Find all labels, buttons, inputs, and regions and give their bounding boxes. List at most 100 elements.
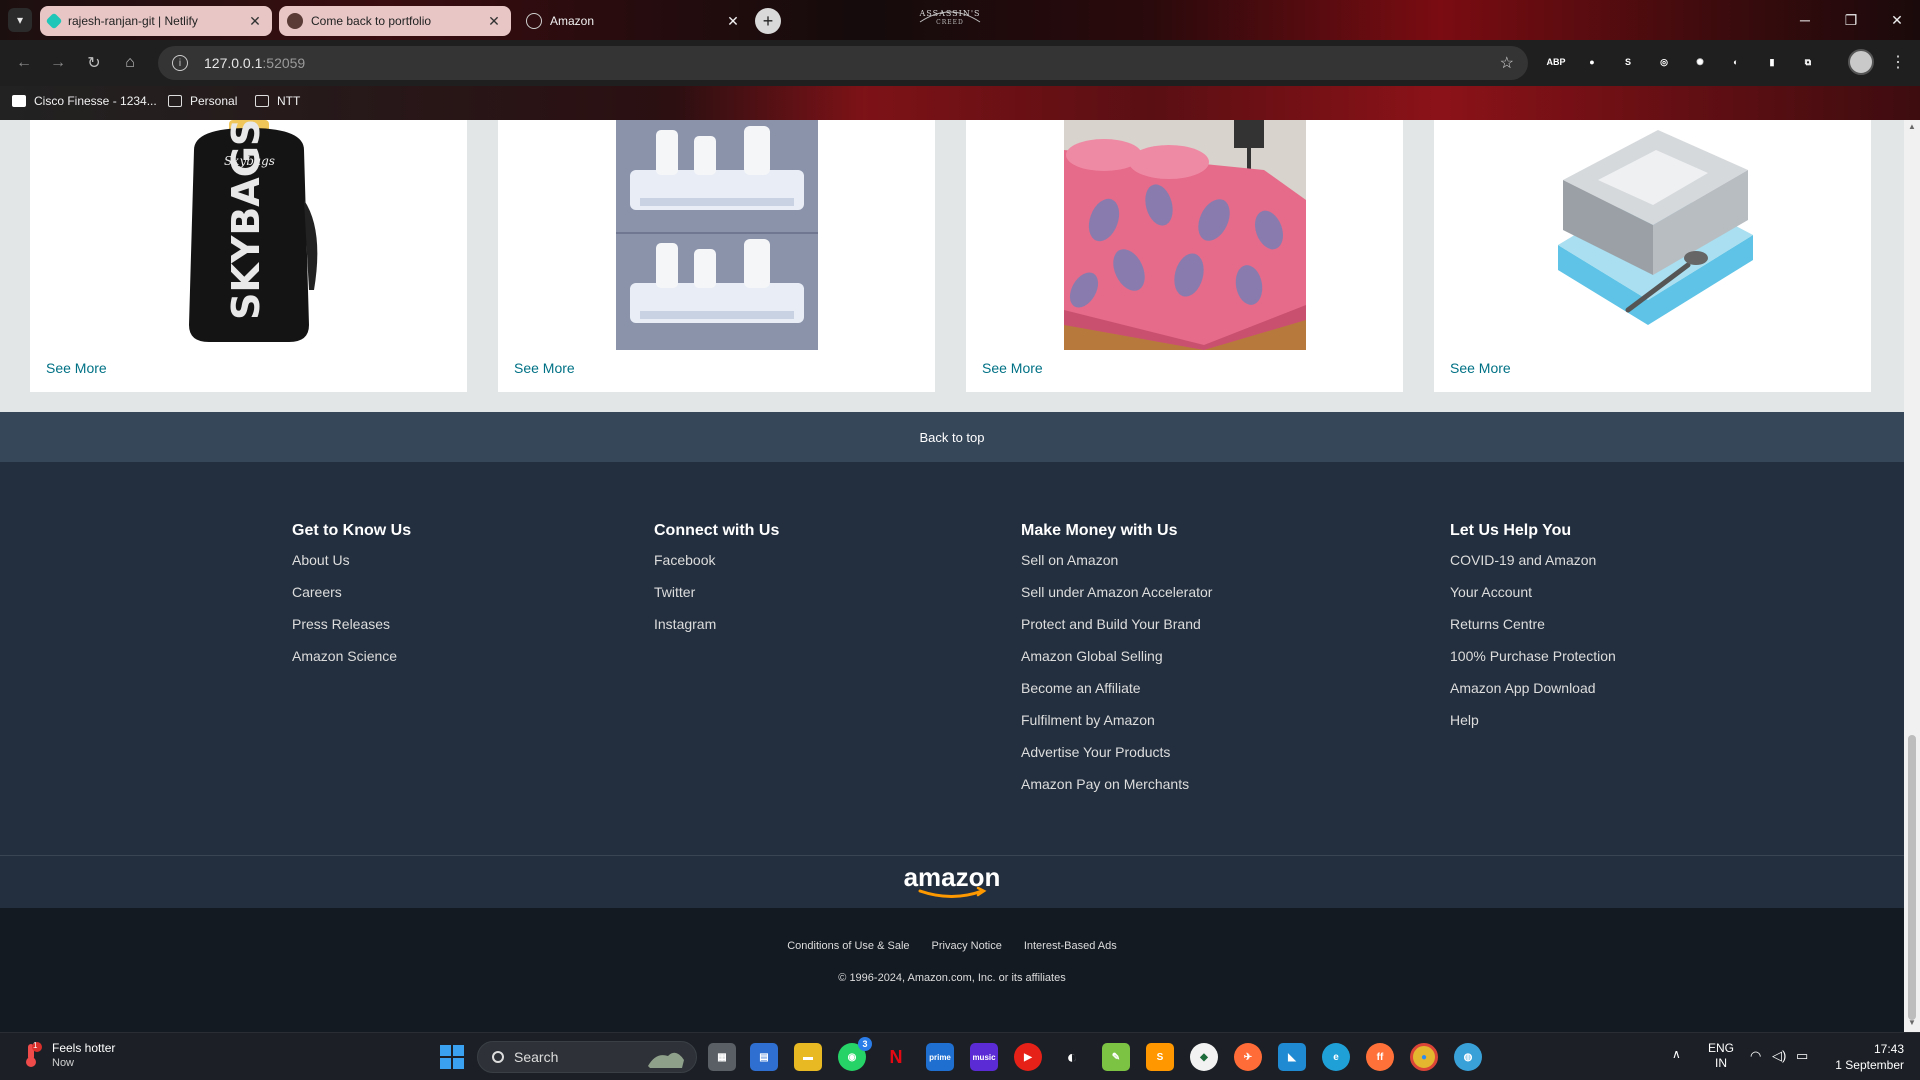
product-card[interactable]: See More: [966, 120, 1403, 392]
extension-red-icon[interactable]: ●: [1582, 52, 1602, 72]
footer-link[interactable]: Twitter: [654, 584, 779, 600]
tab-title: rajesh-ranjan-git | Netlify: [68, 14, 198, 28]
edge-icon[interactable]: e: [1322, 1043, 1350, 1071]
amazon-music-icon[interactable]: music: [970, 1043, 998, 1071]
see-more-link[interactable]: See More: [46, 360, 107, 376]
language-indicator[interactable]: ENG IN: [1708, 1041, 1734, 1071]
home-icon[interactable]: ⌂: [118, 51, 142, 75]
weather-widget[interactable]: 1 Feels hotter Now: [20, 1041, 115, 1069]
footer-link[interactable]: Sell under Amazon Accelerator: [1021, 584, 1212, 600]
see-more-link[interactable]: See More: [1450, 360, 1511, 376]
address-bar[interactable]: i 127.0.0.1:52059 ☆: [158, 46, 1528, 80]
mongodb-compass-icon[interactable]: ◆: [1190, 1043, 1218, 1071]
footer-link[interactable]: Returns Centre: [1450, 616, 1616, 632]
footer-link[interactable]: Sell on Amazon: [1021, 552, 1212, 568]
close-tab-icon[interactable]: ✕: [724, 13, 742, 30]
footer-link[interactable]: Advertise Your Products: [1021, 744, 1212, 760]
scrollbar-thumb[interactable]: [1908, 735, 1916, 1020]
extensions-puzzle-icon[interactable]: ⧉: [1798, 52, 1818, 72]
scroll-up-arrow-icon[interactable]: ▲: [1908, 122, 1916, 131]
task-view-icon[interactable]: ▦: [708, 1043, 736, 1071]
volume-icon[interactable]: ◁): [1772, 1048, 1786, 1063]
page-scrollbar[interactable]: ▲ ▼: [1904, 120, 1920, 1032]
footer-link[interactable]: Instagram: [654, 616, 779, 632]
close-window-icon[interactable]: ✕: [1874, 0, 1920, 40]
netflix-icon[interactable]: N: [882, 1043, 910, 1071]
footer-link[interactable]: Amazon Pay on Merchants: [1021, 776, 1212, 792]
product-card[interactable]: Skybags SKYBAGS See More: [30, 120, 467, 392]
postman-icon[interactable]: ✈: [1234, 1043, 1262, 1071]
back-arrow-icon[interactable]: ←: [12, 51, 36, 75]
tab-search-button[interactable]: ▾: [8, 8, 32, 32]
youtube-icon[interactable]: ▶: [1014, 1043, 1042, 1071]
footer-link[interactable]: COVID-19 and Amazon: [1450, 552, 1616, 568]
tab-netlify[interactable]: rajesh-ranjan-git | Netlify ✕: [40, 6, 272, 36]
forward-arrow-icon[interactable]: →: [46, 51, 70, 75]
extension-s-icon[interactable]: S: [1618, 52, 1638, 72]
tab-portfolio[interactable]: Come back to portfolio ✕: [279, 6, 511, 36]
footer-link[interactable]: Amazon Global Selling: [1021, 648, 1212, 664]
tab-amazon[interactable]: Amazon ✕: [518, 6, 750, 36]
footer-link[interactable]: Press Releases: [292, 616, 411, 632]
footer-link[interactable]: About Us: [292, 552, 411, 568]
minimize-icon[interactable]: ─: [1782, 0, 1828, 40]
store-icon[interactable]: ▤: [750, 1043, 778, 1071]
site-info-icon[interactable]: i: [172, 55, 188, 71]
windows-start-button[interactable]: [440, 1045, 464, 1069]
privacy-notice-link[interactable]: Privacy Notice: [932, 940, 1002, 952]
battery-icon[interactable]: ▭: [1796, 1048, 1808, 1063]
footer-link[interactable]: Become an Affiliate: [1021, 680, 1212, 696]
footer-link[interactable]: Facebook: [654, 552, 779, 568]
thermometer-icon: 1: [20, 1041, 42, 1068]
adblock-extension-icon[interactable]: ABP: [1546, 52, 1566, 72]
new-tab-button[interactable]: +: [755, 8, 781, 34]
conditions-of-use-link[interactable]: Conditions of Use & Sale: [787, 940, 909, 952]
sublime-text-icon[interactable]: S: [1146, 1043, 1174, 1071]
extension-target-icon[interactable]: ◎: [1654, 52, 1674, 72]
footer-link[interactable]: Amazon App Download: [1450, 680, 1616, 696]
clock-time: 17:43: [1873, 1042, 1904, 1056]
amazon-logo[interactable]: amazon: [900, 864, 1004, 900]
extension-green-icon[interactable]: ◐: [1726, 52, 1746, 72]
bookmark-folder-personal[interactable]: Personal: [168, 94, 237, 108]
footer-link[interactable]: Amazon Science: [292, 648, 411, 664]
extension-react-icon[interactable]: ✺: [1690, 52, 1710, 72]
taskbar-search[interactable]: Search: [477, 1041, 697, 1073]
firefox-icon[interactable]: ff: [1366, 1043, 1394, 1071]
product-card[interactable]: See More: [498, 120, 935, 392]
menu-dots-icon[interactable]: ⋮: [1890, 52, 1906, 72]
product-card[interactable]: See More: [1434, 120, 1871, 392]
footer-link[interactable]: Protect and Build Your Brand: [1021, 616, 1212, 632]
profile-avatar[interactable]: [1848, 49, 1874, 75]
globe-app-icon[interactable]: ◍: [1454, 1043, 1482, 1071]
whatsapp-icon[interactable]: ◉ 3: [838, 1037, 872, 1071]
restore-icon[interactable]: ❐: [1828, 0, 1874, 40]
bookmark-star-icon[interactable]: ☆: [1500, 53, 1514, 73]
shower-caddy-image: [615, 120, 818, 350]
close-tab-icon[interactable]: ✕: [246, 13, 264, 30]
wifi-icon[interactable]: ◠: [1750, 1048, 1761, 1063]
scroll-down-arrow-icon[interactable]: ▼: [1908, 1018, 1916, 1027]
footer-link[interactable]: Help: [1450, 712, 1616, 728]
notepad-icon[interactable]: ✎: [1102, 1043, 1130, 1071]
footer-link[interactable]: 100% Purchase Protection: [1450, 648, 1616, 664]
interest-based-ads-link[interactable]: Interest-Based Ads: [1024, 940, 1117, 952]
see-more-link[interactable]: See More: [514, 360, 575, 376]
show-hidden-icons-chevron-icon[interactable]: ∧: [1672, 1047, 1681, 1062]
github-icon[interactable]: ◐: [1058, 1043, 1086, 1071]
extension-blue-icon[interactable]: ▮: [1762, 52, 1782, 72]
footer-link[interactable]: Fulfilment by Amazon: [1021, 712, 1212, 728]
close-tab-icon[interactable]: ✕: [485, 13, 503, 30]
see-more-link[interactable]: See More: [982, 360, 1043, 376]
chrome-icon[interactable]: ●: [1410, 1043, 1438, 1071]
footer-link[interactable]: Careers: [292, 584, 411, 600]
reload-icon[interactable]: ↻: [82, 51, 106, 75]
bookmark-cisco-finesse[interactable]: Cisco Finesse - 1234...: [12, 94, 157, 108]
system-clock[interactable]: 17:43 1 September: [1832, 1041, 1904, 1073]
vscode-icon[interactable]: ◣: [1278, 1043, 1306, 1071]
prime-video-icon[interactable]: prime: [926, 1043, 954, 1071]
bookmark-folder-ntt[interactable]: NTT: [255, 94, 300, 108]
back-to-top-button[interactable]: Back to top: [0, 412, 1904, 462]
footer-link[interactable]: Your Account: [1450, 584, 1616, 600]
file-explorer-icon[interactable]: ▬: [794, 1043, 822, 1071]
